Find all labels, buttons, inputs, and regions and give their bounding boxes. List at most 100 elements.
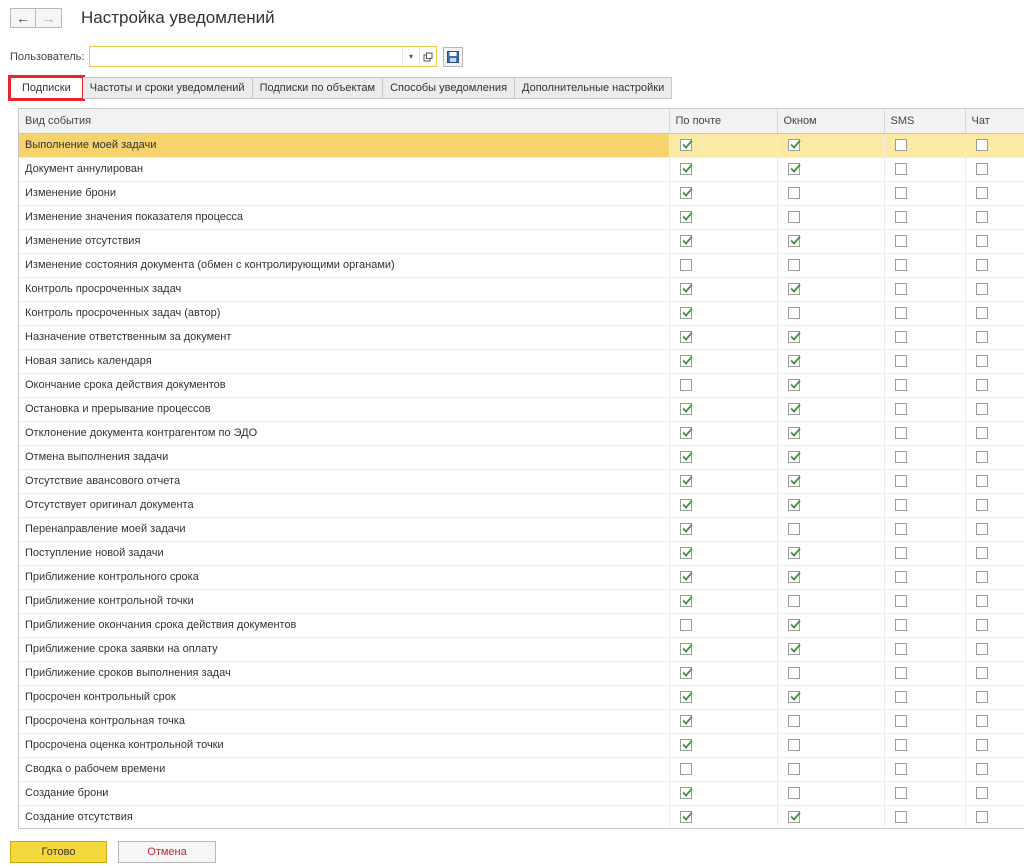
- chat-checkbox[interactable]: [975, 307, 988, 320]
- window-checkbox[interactable]: [787, 619, 801, 632]
- email-checkbox[interactable]: [679, 355, 693, 368]
- email-checkbox[interactable]: [679, 715, 693, 728]
- email-checkbox[interactable]: [679, 571, 693, 584]
- chat-checkbox[interactable]: [975, 643, 988, 656]
- sms-checkbox[interactable]: [894, 211, 907, 224]
- sms-checkbox[interactable]: [894, 187, 907, 200]
- chat-checkbox[interactable]: [975, 547, 988, 560]
- column-header-chat[interactable]: Чат: [965, 109, 1024, 134]
- tab-4[interactable]: Дополнительные настройки: [515, 77, 673, 99]
- window-checkbox[interactable]: [787, 259, 800, 272]
- chat-checkbox[interactable]: [975, 715, 988, 728]
- open-button[interactable]: [419, 47, 436, 66]
- email-checkbox[interactable]: [679, 427, 693, 440]
- table-row[interactable]: Контроль просроченных задач (автор): [19, 301, 1024, 326]
- table-row[interactable]: Новая запись календаря: [19, 349, 1024, 374]
- forward-button[interactable]: →: [36, 8, 62, 28]
- sms-checkbox[interactable]: [894, 547, 907, 560]
- tab-1[interactable]: Частоты и сроки уведомлений: [82, 77, 253, 99]
- chat-checkbox[interactable]: [975, 739, 988, 752]
- window-checkbox[interactable]: [787, 595, 800, 608]
- chat-checkbox[interactable]: [975, 811, 988, 824]
- chat-checkbox[interactable]: [975, 379, 988, 392]
- email-checkbox[interactable]: [679, 163, 693, 176]
- window-checkbox[interactable]: [787, 451, 801, 464]
- column-header-email[interactable]: По почте: [669, 109, 778, 134]
- sms-checkbox[interactable]: [894, 379, 907, 392]
- dropdown-button[interactable]: ▾: [402, 47, 419, 66]
- email-checkbox[interactable]: [679, 643, 693, 656]
- cancel-button[interactable]: Отмена: [118, 841, 216, 863]
- window-checkbox[interactable]: [787, 355, 801, 368]
- chat-checkbox[interactable]: [975, 427, 988, 440]
- email-checkbox[interactable]: [679, 139, 693, 152]
- chat-checkbox[interactable]: [975, 619, 988, 632]
- table-row[interactable]: Изменение брони: [19, 181, 1024, 206]
- sms-checkbox[interactable]: [894, 139, 907, 152]
- email-checkbox[interactable]: [679, 667, 693, 680]
- email-checkbox[interactable]: [679, 475, 693, 488]
- sms-checkbox[interactable]: [894, 619, 907, 632]
- email-checkbox[interactable]: [679, 691, 693, 704]
- table-row[interactable]: Отмена выполнения задачи: [19, 445, 1024, 470]
- table-row[interactable]: Контроль просроченных задач: [19, 277, 1024, 302]
- chat-checkbox[interactable]: [975, 139, 988, 152]
- sms-checkbox[interactable]: [894, 787, 907, 800]
- chat-checkbox[interactable]: [975, 595, 988, 608]
- email-checkbox[interactable]: [679, 811, 693, 824]
- window-checkbox[interactable]: [787, 691, 801, 704]
- sms-checkbox[interactable]: [894, 163, 907, 176]
- chat-checkbox[interactable]: [975, 235, 988, 248]
- email-checkbox[interactable]: [679, 451, 693, 464]
- table-row[interactable]: Назначение ответственным за документ: [19, 325, 1024, 350]
- sms-checkbox[interactable]: [894, 235, 907, 248]
- window-checkbox[interactable]: [787, 139, 801, 152]
- column-header-event[interactable]: Вид события: [19, 109, 670, 134]
- done-button[interactable]: Готово: [10, 841, 107, 863]
- sms-checkbox[interactable]: [894, 763, 907, 776]
- email-checkbox[interactable]: [679, 307, 693, 320]
- window-checkbox[interactable]: [787, 379, 801, 392]
- window-checkbox[interactable]: [787, 763, 800, 776]
- email-checkbox[interactable]: [679, 403, 693, 416]
- table-row[interactable]: Сводка о рабочем времени: [19, 757, 1024, 782]
- save-button[interactable]: [443, 47, 463, 67]
- table-row[interactable]: Приближение окончания срока действия док…: [19, 613, 1024, 638]
- table-row[interactable]: Приближение контрольного срока: [19, 565, 1024, 590]
- email-checkbox[interactable]: [679, 235, 693, 248]
- sms-checkbox[interactable]: [894, 283, 907, 296]
- window-checkbox[interactable]: [787, 523, 800, 536]
- table-row[interactable]: Создание отсутствия: [19, 805, 1024, 828]
- sms-checkbox[interactable]: [894, 427, 907, 440]
- sms-checkbox[interactable]: [894, 307, 907, 320]
- user-field[interactable]: ▾: [89, 46, 437, 67]
- tab-3[interactable]: Способы уведомления: [383, 77, 516, 99]
- email-checkbox[interactable]: [679, 523, 693, 536]
- column-header-sms[interactable]: SMS: [884, 109, 966, 134]
- window-checkbox[interactable]: [787, 187, 800, 200]
- window-checkbox[interactable]: [787, 643, 801, 656]
- table-row[interactable]: Просрочена оценка контрольной точки: [19, 733, 1024, 758]
- window-checkbox[interactable]: [787, 427, 801, 440]
- window-checkbox[interactable]: [787, 283, 801, 296]
- window-checkbox[interactable]: [787, 499, 801, 512]
- window-checkbox[interactable]: [787, 715, 800, 728]
- window-checkbox[interactable]: [787, 475, 801, 488]
- window-checkbox[interactable]: [787, 211, 800, 224]
- window-checkbox[interactable]: [787, 571, 801, 584]
- email-checkbox[interactable]: [679, 547, 693, 560]
- sms-checkbox[interactable]: [894, 715, 907, 728]
- email-checkbox[interactable]: [679, 187, 693, 200]
- sms-checkbox[interactable]: [894, 355, 907, 368]
- chat-checkbox[interactable]: [975, 571, 988, 584]
- table-row[interactable]: Изменение состояния документа (обмен с к…: [19, 253, 1024, 278]
- table-row[interactable]: Приближение контрольной точки: [19, 589, 1024, 614]
- window-checkbox[interactable]: [787, 547, 801, 560]
- chat-checkbox[interactable]: [975, 355, 988, 368]
- window-checkbox[interactable]: [787, 403, 801, 416]
- email-checkbox[interactable]: [679, 787, 693, 800]
- table-row[interactable]: Документ аннулирован: [19, 157, 1024, 182]
- sms-checkbox[interactable]: [894, 595, 907, 608]
- email-checkbox[interactable]: [679, 283, 693, 296]
- table-row[interactable]: Создание брони: [19, 781, 1024, 806]
